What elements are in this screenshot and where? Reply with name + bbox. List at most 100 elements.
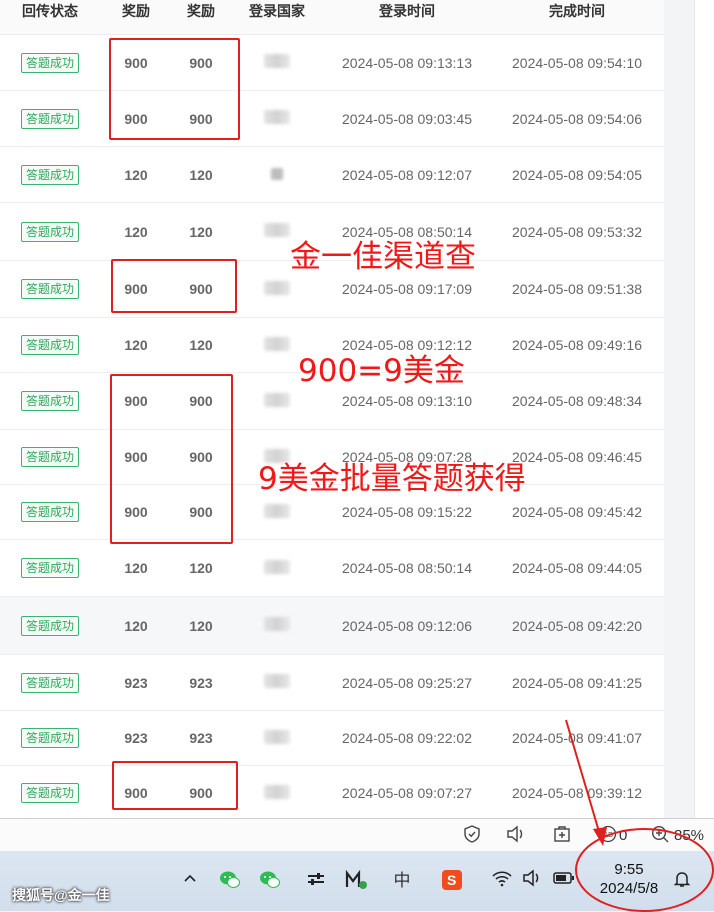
status-cell: 答题成功 [0,710,100,766]
finish-time-cell: 2024-05-08 09:54:05 [490,146,664,203]
volume-icon[interactable] [521,869,545,893]
status-badge: 答题成功 [20,335,79,355]
reward-cell: 120 [100,539,172,597]
reward-cell: 120 [100,146,172,203]
login-time-cell: 2024-05-08 09:22:02 [324,710,490,766]
status-cell: 答题成功 [0,202,100,261]
sogou-icon[interactable]: S [440,869,464,893]
finish-time-cell: 2024-05-08 09:44:05 [490,539,664,597]
header-reward-1: 奖励 [100,0,172,35]
annotation-batch: 9美金批量答题获得 [258,461,526,497]
blurred-country [264,559,290,574]
login-time-cell: 2024-05-08 09:12:06 [324,596,490,655]
table-row[interactable]: 答题成功 923 923 2024-05-08 09:25:27 2024-05-08 … [0,654,664,711]
finish-time-cell: 2024-05-08 09:42:20 [490,596,664,655]
blurred-country [264,784,290,799]
reward-cell: 120 [172,539,230,597]
wechat-icon[interactable] [218,869,242,893]
login-time-cell: 2024-05-08 08:50:14 [324,539,490,597]
status-cell: 答题成功 [0,484,100,540]
status-badge: 答题成功 [20,447,79,467]
watermark: 搜狐号@金一佳 [12,887,110,903]
blurred-country [264,54,290,68]
country-cell [230,596,324,655]
country-cell [230,34,324,91]
reward-cell: 120 [100,317,172,373]
annotation-channel: 金一佳渠道查 [290,239,476,275]
status-badge: 答题成功 [20,52,79,73]
table-row[interactable]: 答题成功 900 900 2024-05-08 09:03:45 2024-05-08 … [0,90,664,147]
login-time-cell: 2024-05-08 09:03:45 [324,90,490,147]
status-cell: 答题成功 [0,429,100,485]
ime-label[interactable]: 中 [390,869,414,893]
country-cell [230,654,324,711]
table-row[interactable]: 答题成功 900 900 2024-05-08 09:13:13 2024-05-08 … [0,34,664,91]
highlight-box [110,374,233,544]
finish-time-cell: 2024-05-08 09:41:25 [490,654,664,711]
sliders-icon[interactable] [304,869,328,893]
status-badge: 答题成功 [20,502,79,522]
reward-cell: 923 [100,654,172,711]
table-row[interactable]: 答题成功 120 120 2024-05-08 08:50:14 2024-05-08 … [0,539,664,597]
annotation-rate: 900=9美金 [298,353,465,389]
wechat-icon[interactable] [258,869,282,893]
status-cell: 答题成功 [0,596,100,655]
svg-text:S: S [447,872,456,888]
shield-icon[interactable] [462,825,482,845]
finish-time-cell: 2024-05-08 09:54:10 [490,34,664,91]
page-margin [694,0,714,818]
reward-cell: 120 [172,202,230,261]
blurred-country [264,110,290,124]
blurred-country [264,336,290,351]
browser-page: 回传状态 奖励 奖励 登录国家 登录时间 完成时间 答题成功 900 900 2024… [0,0,714,818]
country-cell [230,146,324,203]
finish-time-cell: 2024-05-08 09:53:32 [490,202,664,261]
blurred-country [264,392,290,407]
reward-cell: 120 [172,596,230,655]
country-cell [230,90,324,147]
header-country: 登录国家 [230,0,324,35]
status-cell: 答题成功 [0,317,100,373]
reward-cell: 120 [100,596,172,655]
highlight-box [109,38,240,140]
wifi-icon[interactable] [490,869,514,893]
chevron-up-icon[interactable] [178,869,202,893]
status-cell: 答题成功 [0,654,100,711]
reward-cell: 120 [100,202,172,261]
status-cell: 答题成功 [0,539,100,597]
finish-time-cell: 2024-05-08 09:51:38 [490,260,664,318]
content-gutter [664,0,694,818]
header-reward-2: 奖励 [172,0,230,35]
status-badge: 答题成功 [20,391,79,411]
reward-cell: 923 [172,710,230,766]
table-row[interactable]: 答题成功 120 120 2024-05-08 09:12:06 2024-05-08 … [0,596,664,655]
status-cell: 答题成功 [0,90,100,147]
download-icon[interactable] [552,825,572,845]
blurred-country [264,223,290,237]
status-badge: 答题成功 [20,221,79,242]
reward-cell: 120 [172,146,230,203]
login-time-cell: 2024-05-08 09:07:27 [324,765,490,818]
table-row[interactable]: 答题成功 120 120 2024-05-08 09:12:07 2024-05-08 … [0,146,664,203]
battery-icon[interactable] [552,869,576,893]
blurred-country [264,280,290,295]
speaker-icon[interactable] [506,825,526,845]
status-badge: 答题成功 [20,558,79,578]
header-login-time: 登录时间 [324,0,490,35]
country-cell [230,765,324,818]
status-badge: 答题成功 [20,164,79,185]
country-cell [230,710,324,766]
login-time-cell: 2024-05-08 09:25:27 [324,654,490,711]
status-badge: 答题成功 [20,108,79,129]
app-m-icon[interactable] [345,869,369,893]
finish-time-cell: 2024-05-08 09:48:34 [490,372,664,430]
status-cell: 答题成功 [0,765,100,818]
login-time-cell: 2024-05-08 09:13:13 [324,34,490,91]
table-header-row: 回传状态 奖励 奖励 登录国家 登录时间 完成时间 [0,0,664,35]
table-row[interactable]: 答题成功 923 923 2024-05-08 09:22:02 2024-05-08 … [0,710,664,766]
table-row[interactable]: 答题成功 900 900 2024-05-08 09:07:27 2024-05-08 … [0,765,664,818]
highlight-box [111,259,237,313]
login-time-cell: 2024-05-08 09:12:07 [324,146,490,203]
blurred-country [264,617,290,631]
status-badge: 答题成功 [20,672,79,693]
